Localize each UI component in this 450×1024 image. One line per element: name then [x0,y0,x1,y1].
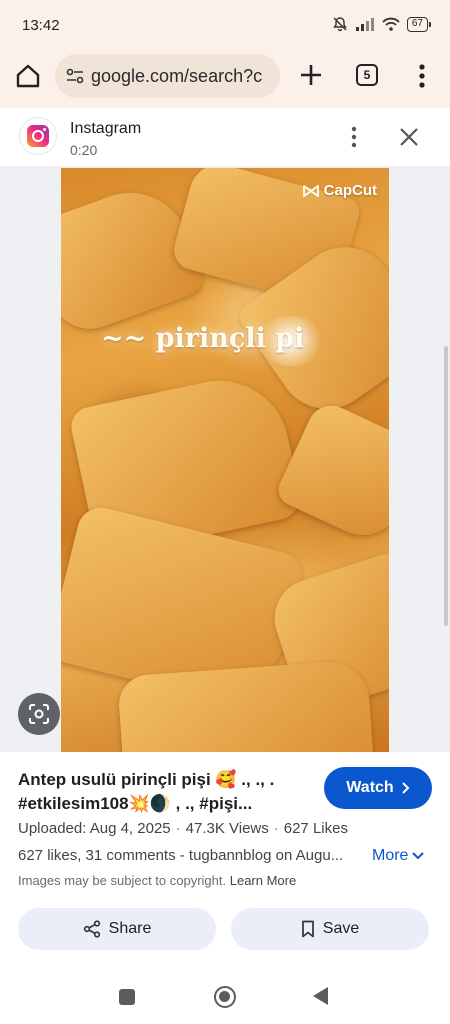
chevron-down-icon [412,852,425,860]
more-label: More [372,847,409,864]
chevron-right-icon [401,782,410,794]
home-icon[interactable] [14,62,42,90]
status-bar: 13:42 67 [0,0,450,52]
browser-toolbar: google.com/search?c 5 [0,52,450,108]
battery-icon: 67 [406,16,432,32]
bell-off-icon [332,17,347,32]
watermark-text: CapCut [323,182,377,199]
more-button[interactable]: More [372,847,425,865]
watch-label: Watch [346,779,394,796]
copyright-notice: Images may be subject to copyright. Lear… [18,873,296,888]
status-icons: 67 [332,16,432,32]
site-settings-icon[interactable] [65,66,85,86]
share-icon [83,920,100,938]
save-label: Save [322,920,360,937]
upload-date: Uploaded: Aug 4, 2025 [18,820,171,837]
video-overlay-text: ~~ pirinçli pi [101,323,305,354]
new-tab-plus-icon[interactable] [298,62,324,88]
result-info: Antep usulü pirinçli pişi 🥰 ., ., . #etk… [0,752,450,952]
home-button[interactable] [214,986,236,1008]
video-duration: 0:20 [70,142,98,158]
system-nav-bar [0,952,450,1024]
pastry-shape [117,659,375,752]
recents-button[interactable] [119,989,135,1005]
video-description: 627 likes, 31 comments - tugbannblog on … [18,847,344,864]
media-area: CapCut ~~ pirinçli pi [0,166,450,752]
copyright-text: Images may be subject to copyright. [18,873,227,888]
url-text: google.com/search?c [91,65,263,86]
wifi-icon [382,17,400,31]
share-label: Share [108,920,152,937]
lens-icon [29,704,49,724]
capcut-logo-icon [302,184,319,197]
watch-button[interactable]: Watch [324,767,432,809]
tab-switcher-icon[interactable]: 5 [356,64,378,86]
more-vert-icon[interactable] [410,62,434,90]
scrollbar[interactable] [444,346,448,626]
source-name[interactable]: Instagram [70,120,141,138]
back-button[interactable] [313,987,328,1005]
save-button[interactable]: Save [231,908,429,950]
pastry-shape [273,397,389,549]
video-thumbnail[interactable]: CapCut ~~ pirinçli pi [61,168,389,752]
status-time: 13:42 [22,17,60,34]
learn-more-link[interactable]: Learn More [230,873,296,888]
lens-search-button[interactable] [18,693,60,735]
address-bar[interactable]: google.com/search?c [55,54,280,98]
instagram-logo [20,118,56,154]
more-vert-icon[interactable] [344,124,364,150]
share-button[interactable]: Share [18,908,216,950]
video-title[interactable]: Antep usulü pirinçli pişi 🥰 ., ., . #etk… [18,768,308,816]
capcut-watermark: CapCut [302,182,377,199]
view-count: 47.3K Views [185,820,269,837]
close-icon[interactable] [398,126,420,148]
panel-header: Instagram 0:20 [0,108,450,166]
like-count: 627 Likes [283,820,348,837]
video-meta: Uploaded: Aug 4, 2025 · 47.3K Views · 627 Li… [18,820,348,837]
bookmark-icon [301,920,314,938]
signal-icon [355,18,374,31]
